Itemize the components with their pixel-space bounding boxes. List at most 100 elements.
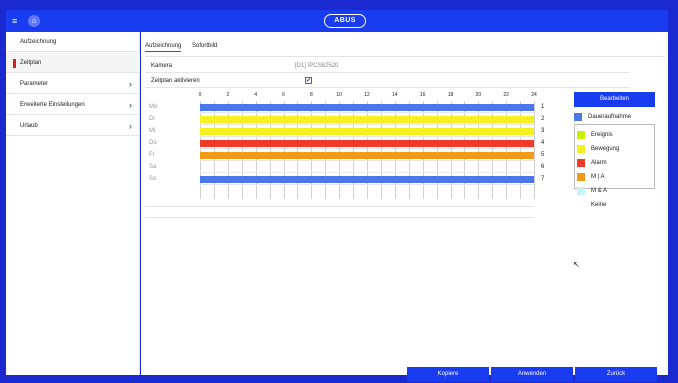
- day-label: Fr: [149, 152, 155, 158]
- camera-label: Kamera: [151, 63, 173, 69]
- copy-button[interactable]: Kopiere: [407, 367, 489, 382]
- sidebar-item-label: Aufzeichnung: [20, 39, 57, 45]
- sidebar-item[interactable]: Aufzeichnung: [6, 32, 140, 52]
- legend-swatch: [577, 145, 585, 153]
- sidebar-item-label: Zeitplan: [20, 60, 42, 66]
- sidebar-item[interactable]: Urlaub ›: [6, 116, 140, 136]
- hour-label: 20: [475, 92, 482, 98]
- legend-item[interactable]: Bewegung: [574, 142, 655, 156]
- schedule-bar[interactable]: [200, 104, 534, 111]
- day-label: So: [149, 176, 157, 182]
- active-marker: [13, 59, 16, 68]
- day-row[interactable]: [200, 101, 534, 113]
- day-label: Mi: [149, 128, 156, 134]
- tab-aufzeichnung[interactable]: Aufzeichnung: [145, 43, 182, 52]
- day-label: Mo: [149, 104, 158, 110]
- schedule-grid[interactable]: [200, 101, 535, 199]
- legend-label: Alarm: [591, 160, 607, 166]
- edit-button[interactable]: Bearbeiten: [574, 92, 655, 107]
- sidebar-item[interactable]: Zeitplan: [6, 53, 140, 73]
- sidebar: Aufzeichnung Zeitplan Parameter › Erweiterte…: [6, 32, 140, 375]
- day-row[interactable]: [200, 161, 534, 173]
- day-number: 1: [541, 104, 545, 110]
- schedule-bar[interactable]: [200, 152, 534, 159]
- sidebar-item[interactable]: Erweiterte Einstellungen ›: [6, 95, 140, 115]
- legend-label: Keine: [591, 202, 607, 208]
- enable-schedule-label: Zeitplan aktivieren: [151, 78, 200, 84]
- day-row[interactable]: [200, 113, 534, 125]
- legend-item[interactable]: M & A: [574, 184, 655, 198]
- hour-label: 6: [282, 92, 285, 98]
- hour-label: 2: [226, 92, 230, 98]
- hour-label: 8: [309, 92, 313, 98]
- apply-button[interactable]: Anwenden: [491, 367, 573, 382]
- legend-swatch: [574, 113, 582, 121]
- legend-label: M | A: [591, 174, 605, 180]
- legend-swatch: [577, 131, 585, 139]
- day-number: 6: [541, 164, 545, 170]
- sidebar-item[interactable]: Parameter ›: [6, 74, 140, 94]
- schedule-bar[interactable]: [200, 128, 534, 135]
- day-label: Sa: [149, 164, 157, 170]
- hour-label: 18: [447, 92, 454, 98]
- home-icon[interactable]: ⌂: [28, 15, 40, 27]
- legend-item[interactable]: Ereignis: [574, 128, 655, 142]
- legend-label: Daueraufnahme: [588, 114, 632, 120]
- day-row[interactable]: [200, 173, 534, 185]
- legend-panel: Bearbeiten Daueraufnahme Ereignis Bewegung…: [574, 92, 655, 208]
- schedule-grid-area: 0 2 4 6 8 10 12 14 16 18 20 22 24 Mo 1 Di 2 Mi 3 Do 4 Fr 5 Sa 6 S…: [145, 92, 545, 222]
- tab-sofortbild[interactable]: Sofortbild: [192, 43, 217, 49]
- legend-item[interactable]: M | A: [574, 170, 655, 184]
- day-row[interactable]: [200, 149, 534, 161]
- hour-label: 12: [364, 92, 370, 98]
- day-number: 4: [541, 140, 545, 146]
- day-number: 2: [541, 116, 545, 122]
- main-panel: Aufzeichnung Sofortbild Kamera [D1] IPCS…: [141, 32, 668, 382]
- app-frame: ≡ ⌂ ABUS Aufzeichnung Zeitplan Parameter › E…: [0, 0, 678, 383]
- chevron-right-icon: ›: [129, 121, 132, 131]
- menu-icon[interactable]: ≡: [12, 16, 22, 26]
- day-number: 5: [541, 152, 545, 158]
- top-bar: ≡ ⌂ ABUS: [6, 10, 668, 32]
- hour-gridline: [534, 101, 535, 199]
- legend-item[interactable]: Daueraufnahme: [574, 110, 655, 124]
- legend-item[interactable]: Alarm: [574, 156, 655, 170]
- chevron-right-icon: ›: [129, 79, 132, 89]
- mouse-cursor-icon: ↖: [573, 260, 580, 269]
- day-row[interactable]: [200, 125, 534, 137]
- enable-schedule-row: Zeitplan aktivieren ✔: [145, 77, 630, 88]
- day-number: 7: [541, 176, 545, 182]
- back-button[interactable]: Zurück: [575, 367, 657, 382]
- day-row[interactable]: [200, 137, 534, 149]
- hour-label: 14: [392, 92, 398, 98]
- legend-label: Bewegung: [591, 146, 620, 152]
- hour-label: 16: [419, 92, 426, 98]
- camera-value: [D1] IPCS62520: [295, 63, 339, 69]
- hour-label: 4: [254, 92, 258, 98]
- hour-label: 22: [503, 92, 509, 98]
- legend-swatch: [577, 173, 585, 181]
- sidebar-item-label: Parameter: [20, 81, 49, 87]
- row-divider: [145, 217, 534, 218]
- hour-label: 0: [198, 92, 202, 98]
- hour-label: 24: [531, 92, 537, 98]
- sidebar-item-label: Erweiterte Einstellungen: [20, 102, 85, 108]
- schedule-bar[interactable]: [200, 116, 534, 123]
- row-divider: [145, 206, 534, 207]
- sidebar-item-label: Urlaub: [20, 123, 38, 129]
- legend-swatch: [577, 187, 585, 195]
- legend-item[interactable]: Keine: [574, 198, 655, 212]
- day-label: Di: [149, 116, 155, 122]
- legend-label: M & A: [591, 188, 608, 194]
- day-label: Do: [149, 140, 157, 146]
- day-number: 3: [541, 128, 545, 134]
- tab-divider: [145, 56, 665, 57]
- legend-swatch: [577, 159, 585, 167]
- chevron-right-icon: ›: [129, 100, 132, 110]
- enable-schedule-checkbox[interactable]: ✔: [305, 77, 312, 84]
- hour-label: 10: [336, 92, 342, 98]
- schedule-bar[interactable]: [200, 176, 534, 183]
- legend-label: Ereignis: [591, 132, 613, 138]
- schedule-bar[interactable]: [200, 140, 534, 147]
- camera-row: Kamera [D1] IPCS62520: [145, 62, 630, 73]
